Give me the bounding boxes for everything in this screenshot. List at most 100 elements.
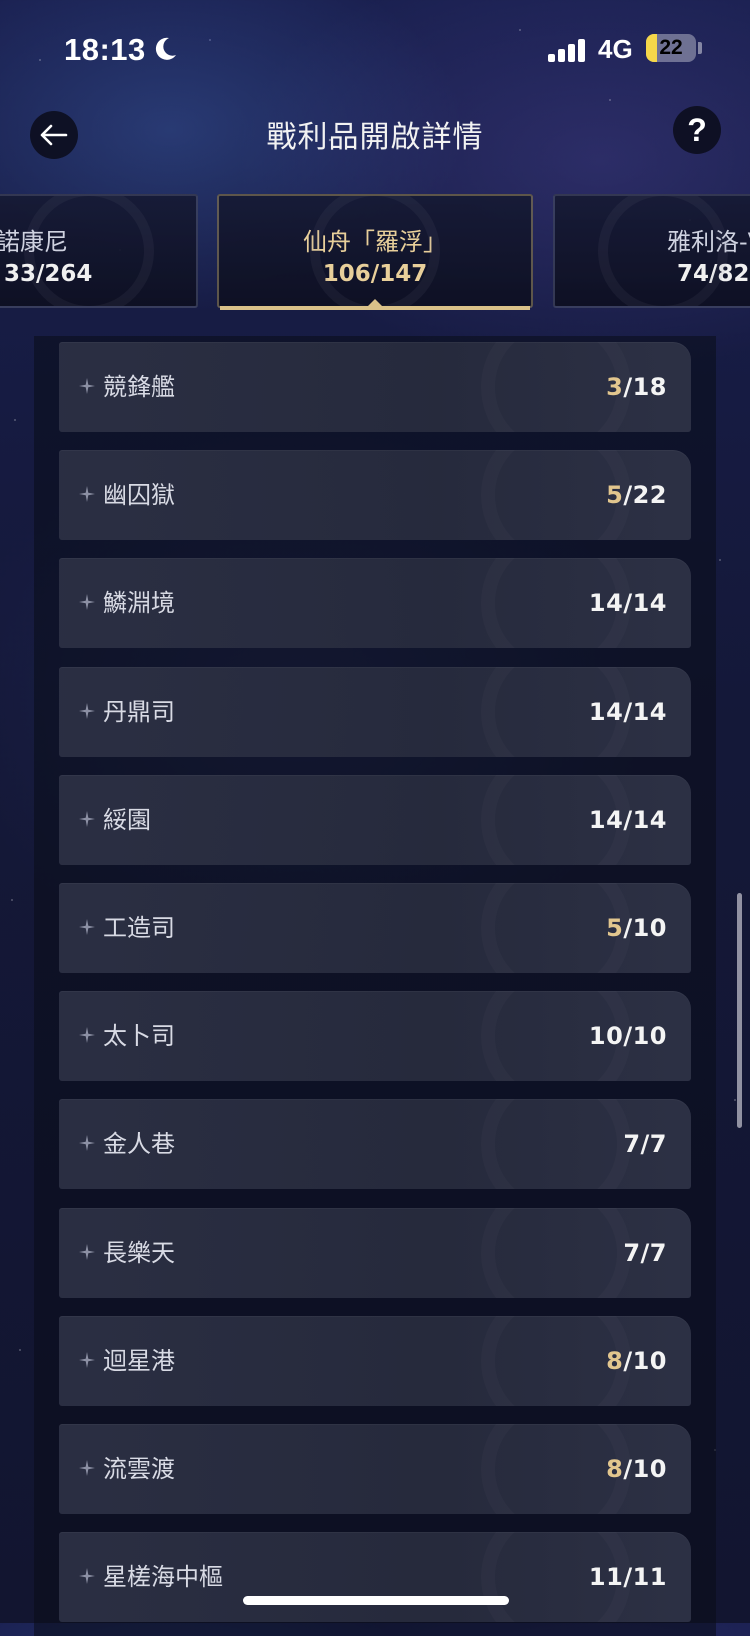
- opened-count: 3: [606, 373, 624, 401]
- total-count: 14: [632, 589, 667, 618]
- total-count: 10: [632, 914, 667, 942]
- tab-emblem: [310, 196, 440, 306]
- list-item[interactable]: 競鋒艦 3/18: [59, 342, 691, 432]
- item-name: 金人巷: [103, 1130, 175, 1159]
- tab-xianzhou-luofu[interactable]: 仙舟「羅浮」 106/147: [217, 194, 533, 308]
- home-indicator: [243, 1596, 509, 1605]
- item-count: 3/18: [606, 342, 667, 432]
- item-name: 長樂天: [103, 1238, 175, 1267]
- item-name: 太卜司: [103, 1022, 175, 1051]
- count-separator: /: [623, 1455, 633, 1483]
- opened-count: 14: [588, 805, 624, 834]
- count-separator: /: [623, 481, 633, 510]
- opened-count: 7: [623, 1238, 641, 1267]
- battery-tip: [698, 42, 702, 54]
- moon-icon: [155, 37, 176, 60]
- item-count: 8/10: [606, 1316, 667, 1406]
- item-name: 工造司: [103, 914, 175, 942]
- count-separator: /: [623, 914, 633, 942]
- item-count: 5/22: [606, 450, 667, 540]
- active-tab-underline: [220, 306, 530, 310]
- list-item[interactable]: 幽囚獄 5/22: [59, 450, 691, 541]
- list-item[interactable]: 星槎海中樞 11/11: [59, 1532, 691, 1623]
- count-separator: /: [640, 1130, 650, 1159]
- sparkle-icon: [79, 594, 95, 611]
- count-separator: /: [623, 805, 633, 834]
- count-separator: /: [623, 697, 633, 726]
- sparkle-icon: [79, 702, 95, 719]
- item-name: 丹鼎司: [103, 697, 175, 726]
- item-name: 流雲渡: [103, 1455, 175, 1483]
- item-count: 7/7: [623, 1208, 667, 1298]
- count-separator: /: [640, 1238, 650, 1267]
- total-count: 7: [649, 1238, 667, 1267]
- total-count: 11: [632, 1563, 667, 1592]
- network-label: 4G: [598, 34, 633, 64]
- sparkle-icon: [79, 810, 95, 827]
- area-list: 競鋒艦 3/18 幽囚獄 5/22 鱗淵境 14/14 丹鼎司 14/14 綏園 14/14 工造司…: [34, 336, 716, 1636]
- signal-icon: [548, 38, 586, 62]
- sparkle-icon: [79, 1460, 95, 1476]
- total-count: 7: [649, 1130, 667, 1159]
- tab-emblem: [598, 196, 728, 306]
- item-count: 11/11: [589, 1532, 667, 1622]
- list-item[interactable]: 長樂天 7/7: [59, 1207, 691, 1298]
- list-item[interactable]: 迴星港 8/10: [59, 1315, 691, 1406]
- total-count: 22: [632, 481, 667, 510]
- list-item[interactable]: 流雲渡 8/10: [59, 1424, 691, 1514]
- item-count: 5/10: [606, 883, 667, 973]
- count-separator: /: [623, 373, 633, 401]
- item-name: 幽囚獄: [103, 481, 175, 510]
- item-name: 綏園: [103, 805, 151, 834]
- item-count: 10/10: [589, 991, 667, 1081]
- list-item[interactable]: 工造司 5/10: [59, 883, 691, 973]
- list-item[interactable]: 金人巷 7/7: [59, 1099, 691, 1190]
- sparkle-icon: [79, 1027, 95, 1044]
- count-separator: /: [623, 1022, 633, 1051]
- active-tab-caret: [368, 299, 382, 306]
- sparkle-icon: [79, 1243, 95, 1260]
- list-item[interactable]: 綏園 14/14: [59, 774, 691, 865]
- sparkle-icon: [79, 1568, 95, 1585]
- opened-count: 14: [588, 697, 624, 726]
- count-separator: /: [623, 1563, 633, 1592]
- item-background-pattern: [481, 1099, 631, 1189]
- item-name: 競鋒艦: [103, 373, 175, 401]
- opened-count: 11: [588, 1563, 624, 1592]
- opened-count: 8: [606, 1346, 624, 1375]
- opened-count: 14: [588, 589, 624, 618]
- status-time: 18:13: [64, 32, 146, 67]
- count-separator: /: [623, 1346, 633, 1375]
- item-name: 星槎海中樞: [103, 1563, 223, 1592]
- tab-jarilo-vi[interactable]: 雅利洛-V 74/82: [553, 194, 750, 308]
- battery-icon: 22: [646, 34, 696, 62]
- status-bar: 18:13 4G 22: [0, 0, 750, 96]
- item-count: 14/14: [589, 558, 667, 648]
- item-name: 迴星港: [103, 1346, 175, 1375]
- tab-penacony[interactable]: 匹諾康尼 33/264: [0, 194, 198, 308]
- page-title: 戰利品開啟詳情: [266, 120, 484, 155]
- tab-name: 匹諾康尼: [0, 228, 68, 256]
- item-count: 14/14: [589, 667, 667, 757]
- tab-count: 33/264: [4, 261, 93, 287]
- item-count: 14/14: [589, 775, 667, 865]
- scrollbar[interactable]: [737, 893, 742, 1128]
- opened-count: 10: [588, 1022, 624, 1051]
- opened-count: 8: [606, 1455, 624, 1483]
- region-tabs: 匹諾康尼 33/264 仙舟「羅浮」 106/147 雅利洛-V 74/82: [0, 194, 750, 312]
- opened-count: 7: [623, 1130, 641, 1159]
- total-count: 10: [632, 1346, 667, 1375]
- total-count: 10: [632, 1455, 667, 1483]
- sparkle-icon: [79, 378, 95, 394]
- item-name: 鱗淵境: [103, 589, 175, 618]
- list-item[interactable]: 鱗淵境 14/14: [59, 558, 691, 649]
- opened-count: 5: [606, 481, 624, 510]
- total-count: 18: [632, 373, 667, 401]
- list-item[interactable]: 丹鼎司 14/14: [59, 666, 691, 757]
- list-item[interactable]: 太卜司 10/10: [59, 991, 691, 1082]
- item-background-pattern: [481, 1208, 631, 1298]
- sparkle-icon: [79, 486, 95, 503]
- total-count: 10: [632, 1022, 667, 1051]
- help-button[interactable]: ?: [673, 106, 721, 154]
- sparkle-icon: [79, 1135, 95, 1152]
